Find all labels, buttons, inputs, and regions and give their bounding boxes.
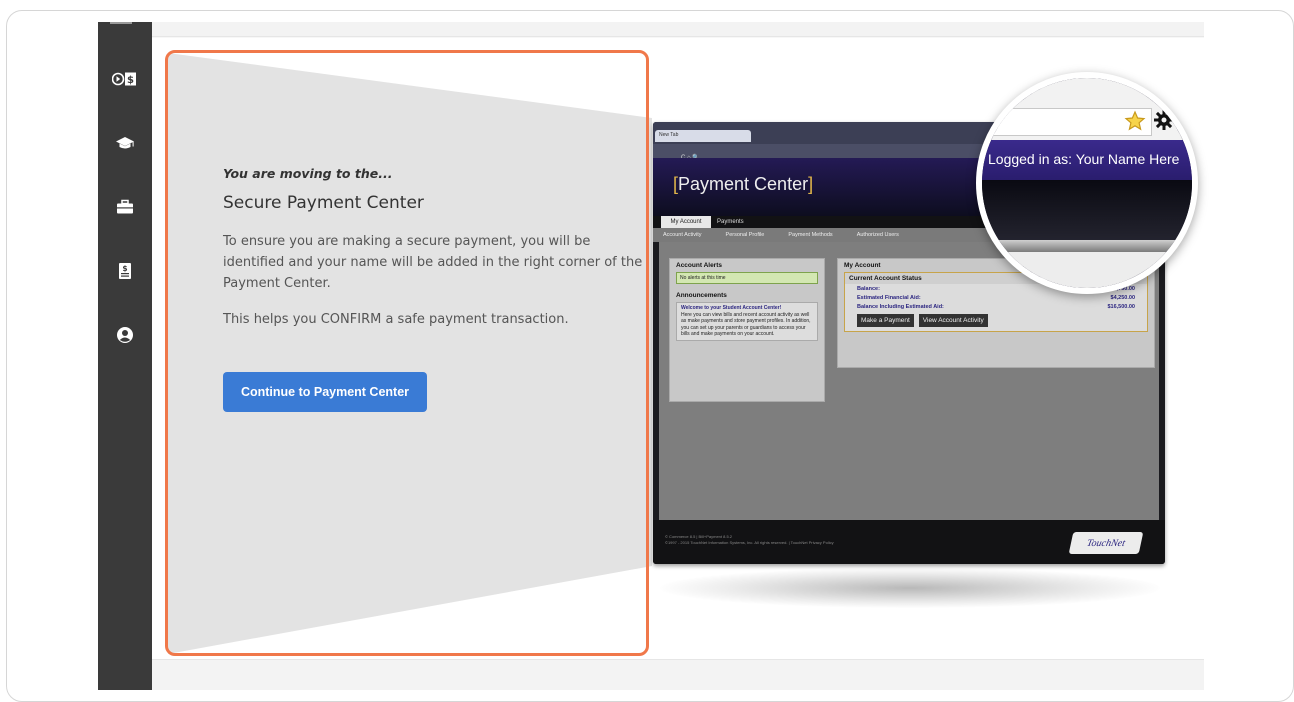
title-bracket-close: ] [808,174,814,194]
payment-center-title: [Payment Center] [673,174,813,195]
subnav-payment-methods: Payment Methods [788,232,833,238]
panel-title: Secure Payment Center [223,193,424,213]
row-value: $4,250.00 [1110,294,1135,301]
preview-footer: © Commerce 8.5 | Bill+Payment 8.5.2 ©1997… [653,520,1165,564]
subnav-personal-profile: Personal Profile [725,232,765,238]
row-label: Balance: [857,285,880,292]
alerts-heading: Account Alerts [676,262,722,269]
announcements-heading: Announcements [676,292,727,299]
magnified-strip [982,240,1192,252]
row-value: $16,500.00 [1107,303,1135,310]
magnified-lower [982,252,1192,288]
subnav-authorized-users: Authorized Users [856,232,899,238]
row-label: Estimated Financial Aid: [857,294,921,301]
view-activity-button: View Account Activity [918,314,988,327]
footer-line-1: © Commerce 8.5 | Bill+Payment 8.5.2 [665,534,733,539]
highlight-frame [165,50,649,656]
preview-shadow [660,568,1160,608]
touchnet-logo-text: TouchNet [1085,537,1127,549]
panel-body-2: This helps you CONFIRM a safe payment tr… [223,312,569,327]
title-text: Payment Center [678,174,809,194]
row-label: Balance Including Estimated Aid: [857,303,944,310]
panel-kicker: You are moving to the... [223,166,393,181]
info-panel: You are moving to the... Secure Payment … [223,160,643,345]
tab-payments: Payments [717,219,744,225]
browser-tab-label: New Tab [659,132,679,138]
touchnet-logo: TouchNet [1068,532,1144,554]
star-icon [1124,110,1146,131]
gear-icon [1154,110,1174,130]
announcement-body: Here you can view bills and recent accou… [681,311,811,338]
alerts-text: No alerts at this time [676,272,818,284]
status-buttons: Make a Payment View Account Activity [845,311,1147,331]
panel-body-1: To ensure you are making a secure paymen… [223,234,643,291]
subnav-account-activity: Account Activity [663,232,702,238]
magnifier-callout: Logged in as: Your Name Here [976,72,1198,294]
footer-copyright: © Commerce 8.5 | Bill+Payment 8.5.2 ©1997… [665,534,834,546]
make-payment-button: Make a Payment [857,314,914,327]
magnified-dark-band [982,180,1192,240]
alerts-box: Account Alerts No alerts at this time An… [669,258,825,402]
continue-to-payment-center-button[interactable]: Continue to Payment Center [223,372,427,412]
browser-tab: New Tab [655,130,751,142]
logged-in-label: Logged in as: Your Name Here [988,151,1180,167]
status-row-balance-with-aid: Balance Including Estimated Aid: $16,500.… [845,302,1147,311]
tab-my-account: My Account [661,216,711,228]
announcement-card: Welcome to your Student Account Center! H… [676,302,818,341]
status-row-financial-aid: Estimated Financial Aid: $4,250.00 [845,293,1147,302]
announcement-title: Welcome to your Student Account Center! [681,305,782,311]
footer-line-2: ©1997 - 2015 TouchNet Information System… [665,540,834,545]
